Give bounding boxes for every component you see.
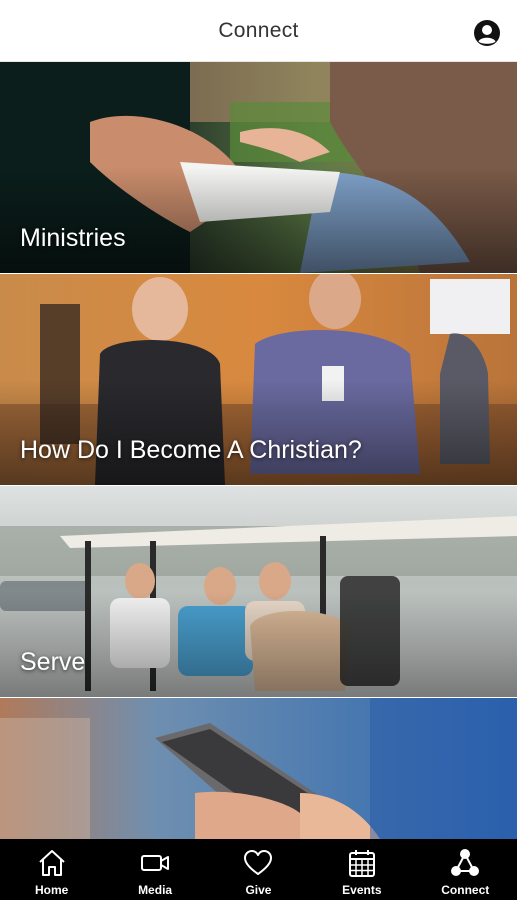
- hand-holding-phone-photo: [0, 698, 517, 839]
- card-ministries[interactable]: Ministries: [0, 62, 517, 273]
- tab-connect[interactable]: Connect: [414, 839, 517, 900]
- bottom-tab-bar: Home Media Give Events Connect: [0, 839, 517, 900]
- heart-icon: [244, 850, 273, 875]
- card-label: Ministries: [20, 224, 126, 252]
- top-bar: Connect: [0, 0, 517, 62]
- tab-events[interactable]: Events: [310, 839, 413, 900]
- user-circle-icon[interactable]: [473, 19, 501, 47]
- card-label: Serve: [20, 648, 86, 676]
- tab-label: Home: [35, 883, 69, 897]
- tab-label: Connect: [441, 883, 490, 897]
- card-partial[interactable]: [0, 698, 517, 839]
- tab-give[interactable]: Give: [207, 839, 310, 900]
- connect-screen: Connect Ministries How Do I Become A Chr…: [0, 0, 517, 900]
- tab-home[interactable]: Home: [0, 839, 103, 900]
- card-label: How Do I Become A Christian?: [20, 436, 362, 464]
- calendar-icon: [348, 850, 375, 877]
- connect-network-icon: [451, 849, 480, 876]
- card-serve[interactable]: Serve: [0, 486, 517, 697]
- card-become-christian[interactable]: How Do I Become A Christian?: [0, 274, 517, 485]
- home-icon: [39, 850, 65, 876]
- video-camera-icon: [141, 855, 170, 871]
- tab-label: Give: [245, 883, 272, 897]
- tab-label: Events: [342, 883, 382, 897]
- page-title: Connect: [218, 18, 299, 42]
- tab-media[interactable]: Media: [104, 839, 207, 900]
- tab-label: Media: [138, 883, 173, 897]
